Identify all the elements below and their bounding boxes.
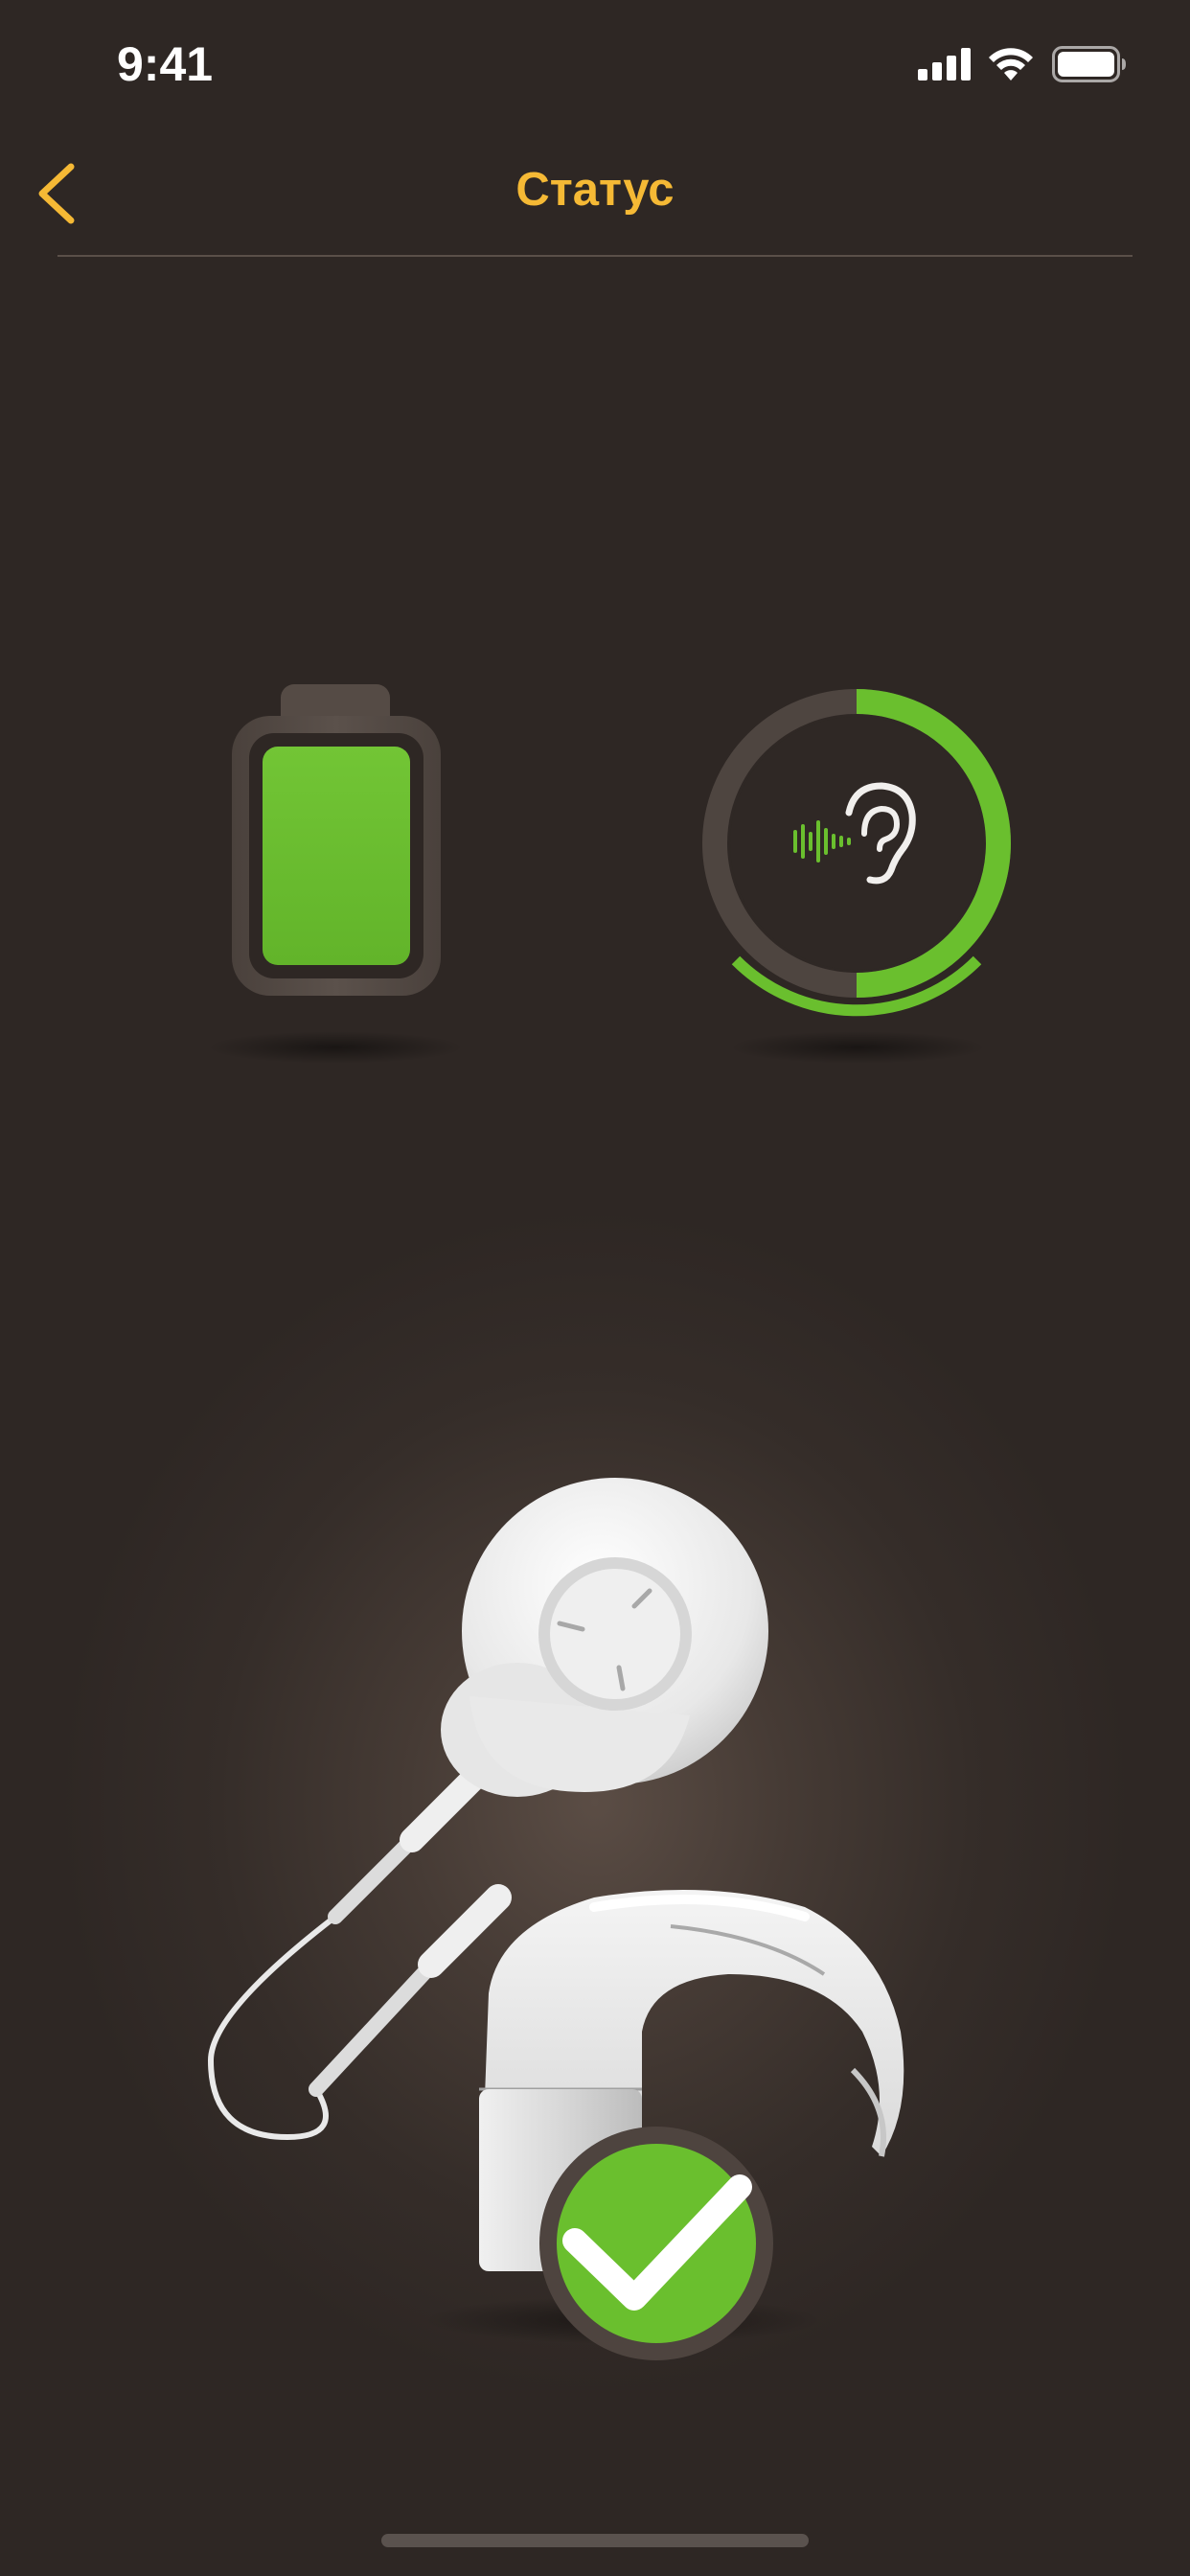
page-title: Статус	[515, 164, 675, 216]
hearing-status-ring	[702, 689, 1011, 1017]
battery-icon	[1052, 46, 1126, 82]
device-status-tile[interactable]	[192, 1476, 977, 2377]
cellular-signal-icon	[918, 48, 971, 80]
battery-full-icon	[232, 684, 441, 996]
home-indicator[interactable]	[381, 2534, 809, 2547]
battery-status-tile[interactable]	[228, 682, 445, 1000]
hearing-status-tile[interactable]	[696, 682, 1018, 1020]
hearing-tile-shadow	[728, 1031, 987, 1064]
status-bar: 9:41	[0, 0, 1190, 126]
battery-tile-shadow	[206, 1031, 465, 1064]
navigation-bar: Статус	[0, 126, 1190, 257]
wifi-icon	[989, 48, 1033, 80]
checkmark-icon	[539, 2127, 773, 2360]
status-bar-time: 9:41	[117, 37, 214, 91]
nav-divider	[57, 255, 1133, 257]
